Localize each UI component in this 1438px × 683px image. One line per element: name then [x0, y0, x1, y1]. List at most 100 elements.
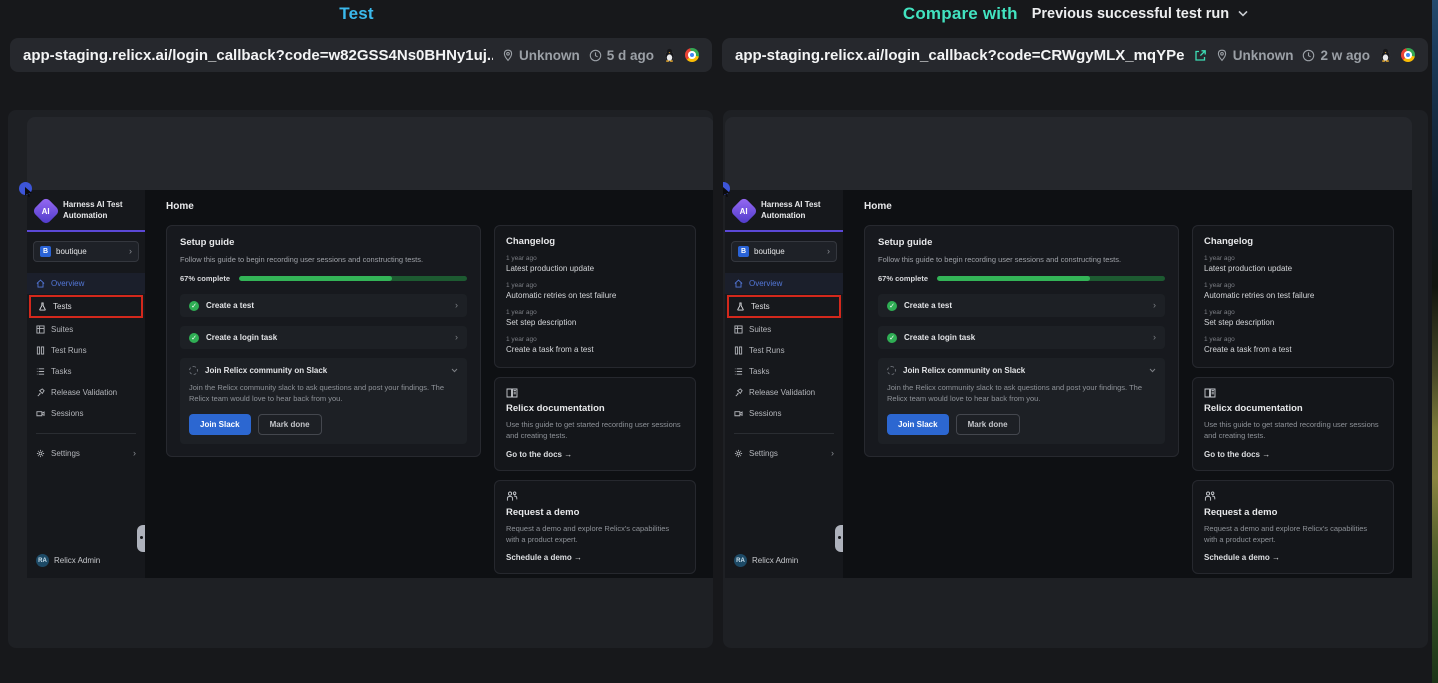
sidebar-item-suites[interactable]: Suites	[27, 319, 145, 340]
sidebar-item-sessions[interactable]: Sessions	[27, 403, 145, 424]
sidebar-item-suites[interactable]: Suites	[725, 319, 843, 340]
flask-icon	[38, 302, 47, 311]
sidebar-item-tasks[interactable]: Tasks	[27, 361, 145, 382]
request-demo-title: Request a demo	[1204, 507, 1382, 518]
sidebar-item-test-runs[interactable]: Test Runs	[725, 340, 843, 361]
chevron-down-icon	[451, 366, 458, 375]
sidebar-item-overview[interactable]: Overview	[725, 273, 843, 294]
compare-screenshot-panel: AI Harness AI Test Automation B boutique…	[723, 110, 1428, 648]
sidebar-item-settings[interactable]: Settings ›	[27, 443, 145, 464]
sidebar-collapse-handle[interactable]	[835, 525, 843, 552]
right-age-meta: 2 w ago	[1302, 48, 1370, 63]
user-account[interactable]: RA Relicx Admin	[36, 554, 100, 567]
left-column-header: Test	[0, 0, 713, 27]
chevron-right-icon: ›	[133, 449, 136, 458]
setup-guide-title: Setup guide	[878, 237, 1165, 248]
setup-guide-description: Follow this guide to begin recording use…	[180, 255, 467, 264]
video-icon	[36, 409, 45, 418]
check-circle-icon: ✓	[189, 301, 199, 311]
progress-label: 67% complete	[180, 274, 230, 283]
progress-label: 67% complete	[878, 274, 928, 283]
go-to-docs-link[interactable]: Go to the docs →	[1204, 450, 1382, 459]
sidebar-collapse-handle[interactable]	[137, 525, 145, 552]
project-name: boutique	[754, 247, 822, 256]
release-icon	[734, 388, 743, 397]
grid-icon	[734, 325, 743, 334]
wallpaper-edge-strip	[1432, 0, 1438, 683]
setup-item-create-login-task[interactable]: ✓ Create a login task ›	[878, 326, 1165, 349]
compare-run-selector[interactable]: Previous successful test run	[1032, 6, 1248, 22]
sidebar-item-settings[interactable]: Settings ›	[725, 443, 843, 464]
clock-icon	[589, 49, 602, 62]
mark-done-button[interactable]: Mark done	[258, 414, 322, 435]
setup-item-join-slack-header[interactable]: Join Relicx community on Slack	[887, 366, 1156, 375]
setup-item-join-slack: Join Relicx community on Slack Join the …	[878, 358, 1165, 444]
setup-guide-title: Setup guide	[180, 237, 467, 248]
progress-bar	[937, 276, 1165, 281]
documentation-title: Relicx documentation	[1204, 403, 1382, 414]
list-icon	[36, 367, 45, 376]
project-name: boutique	[56, 247, 124, 256]
changelog-entry: 1 year ago Create a task from a test	[1204, 336, 1382, 354]
project-selector[interactable]: B boutique ›	[33, 241, 139, 262]
left-location-meta: Unknown	[502, 48, 580, 63]
app-title: Harness AI Test Automation	[761, 200, 829, 222]
sidebar-item-tests[interactable]: Tests	[29, 295, 143, 318]
chevron-right-icon: ›	[831, 449, 834, 458]
sidebar-accent-divider	[27, 230, 145, 232]
schedule-demo-link[interactable]: Schedule a demo →	[1204, 553, 1382, 562]
setup-guide-card: Setup guide Follow this guide to begin r…	[864, 225, 1179, 457]
project-badge: B	[738, 246, 749, 257]
sidebar: AI Harness AI Test Automation B boutique…	[27, 190, 145, 578]
setup-item-create-login-task[interactable]: ✓ Create a login task ›	[180, 326, 467, 349]
harness-logo-icon: AI	[730, 197, 758, 225]
right-url-bar: app-staging.relicx.ai/login_callback?cod…	[722, 38, 1428, 72]
gear-icon	[36, 449, 45, 458]
setup-item-join-slack: Join Relicx community on Slack Join the …	[180, 358, 467, 444]
progress-bar	[239, 276, 467, 281]
schedule-demo-link[interactable]: Schedule a demo →	[506, 553, 684, 562]
unchecked-circle-icon	[887, 366, 896, 375]
setup-item-create-test[interactable]: ✓ Create a test ›	[180, 294, 467, 317]
setup-item-join-slack-header[interactable]: Join Relicx community on Slack	[189, 366, 458, 375]
linux-penguin-icon	[1379, 48, 1392, 62]
sidebar-item-release-validation[interactable]: Release Validation	[27, 382, 145, 403]
chevron-right-icon: ›	[1153, 301, 1156, 310]
documentation-title: Relicx documentation	[506, 403, 684, 414]
app-window: AI Harness AI Test Automation B boutique…	[27, 190, 713, 578]
right-url-text: app-staging.relicx.ai/login_callback?cod…	[735, 47, 1185, 64]
check-circle-icon: ✓	[887, 333, 897, 343]
book-icon	[506, 388, 684, 398]
join-slack-description: Join the Relicx community slack to ask q…	[887, 382, 1156, 405]
sidebar-item-tests[interactable]: Tests	[727, 295, 841, 318]
list-icon	[734, 367, 743, 376]
columns-icon	[36, 346, 45, 355]
check-circle-icon: ✓	[887, 301, 897, 311]
join-slack-button[interactable]: Join Slack	[189, 414, 251, 435]
progress-bar-fill	[937, 276, 1090, 281]
linux-penguin-icon	[663, 48, 676, 62]
app-title: Harness AI Test Automation	[63, 200, 131, 222]
sidebar-item-overview[interactable]: Overview	[27, 273, 145, 294]
compare-view: Test Compare with Previous successful te…	[0, 0, 1438, 683]
progress-bar-fill	[239, 276, 392, 281]
sidebar-item-tasks[interactable]: Tasks	[725, 361, 843, 382]
documentation-card: Relicx documentation Use this guide to g…	[494, 377, 696, 471]
app-top-strip	[725, 117, 1412, 190]
compare-run-selected-value: Previous successful test run	[1032, 6, 1229, 22]
join-slack-button[interactable]: Join Slack	[887, 414, 949, 435]
external-link-icon[interactable]	[1194, 49, 1207, 62]
user-account[interactable]: RA Relicx Admin	[734, 554, 798, 567]
app-screenshot: AI Harness AI Test Automation B boutique…	[27, 117, 713, 578]
go-to-docs-link[interactable]: Go to the docs →	[506, 450, 684, 459]
request-demo-description: Request a demo and explore Relicx's capa…	[1204, 523, 1382, 546]
sidebar: AI Harness AI Test Automation B boutique…	[725, 190, 843, 578]
setup-item-create-test[interactable]: ✓ Create a test ›	[878, 294, 1165, 317]
sidebar-item-test-runs[interactable]: Test Runs	[27, 340, 145, 361]
project-selector[interactable]: B boutique ›	[731, 241, 837, 262]
mark-done-button[interactable]: Mark done	[956, 414, 1020, 435]
sidebar-item-release-validation[interactable]: Release Validation	[725, 382, 843, 403]
video-icon	[734, 409, 743, 418]
sidebar-item-sessions[interactable]: Sessions	[725, 403, 843, 424]
changelog-card: Changelog 1 year ago Latest production u…	[494, 225, 696, 368]
